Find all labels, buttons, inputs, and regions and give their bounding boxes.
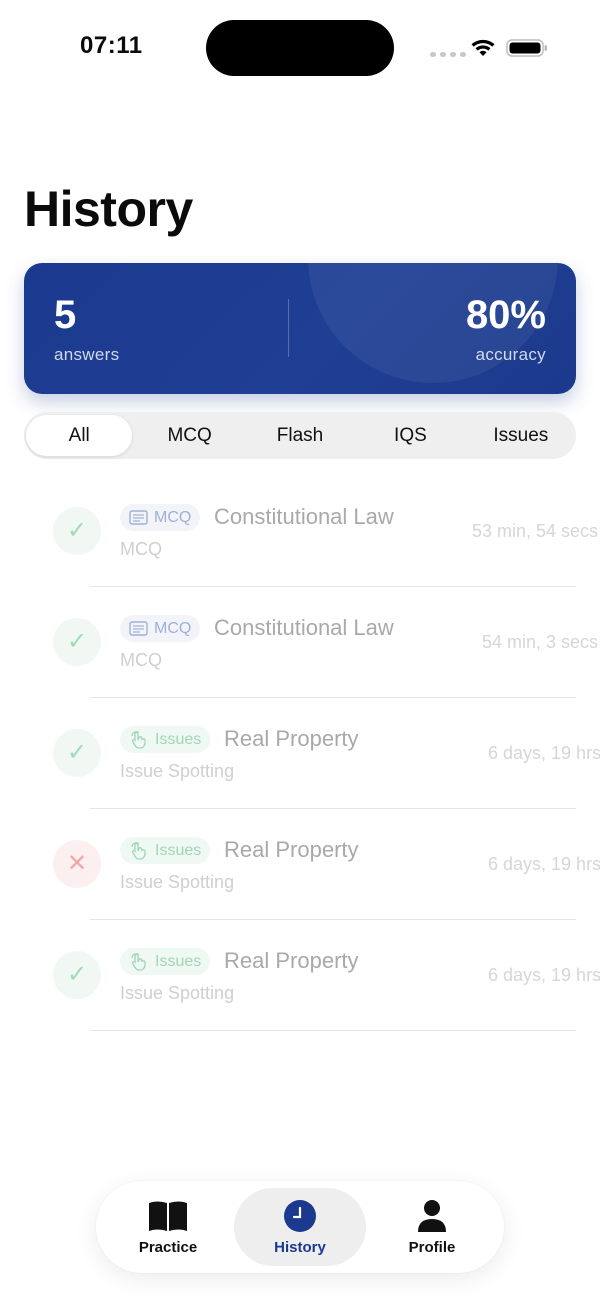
nav-practice[interactable]: Practice <box>102 1188 234 1266</box>
cross-icon: ✕ <box>66 850 88 877</box>
item-subtitle: Issue Spotting <box>120 872 235 892</box>
clock-icon <box>284 1199 316 1232</box>
accuracy-label: accuracy <box>475 345 546 364</box>
bottom-nav: Practice History Profile <box>96 1181 504 1273</box>
tab-mcq[interactable]: MCQ <box>136 415 242 456</box>
chip-label: MCQ <box>154 508 192 526</box>
nav-profile-label: Profile <box>408 1238 456 1256</box>
cellular-signal-icon <box>430 52 466 57</box>
page-title: History <box>24 181 193 237</box>
tab-flash[interactable]: Flash <box>247 415 353 456</box>
list-item[interactable]: ✓ Issues Real Property Issue Spotting 6 … <box>0 698 600 809</box>
wifi-icon <box>471 39 495 56</box>
item-time: 6 days, 19 hrs <box>488 854 600 874</box>
chip-label: Issues <box>155 952 202 970</box>
checkmark-icon: ✓ <box>66 739 88 766</box>
nav-history[interactable]: History <box>234 1188 366 1266</box>
checkmark-icon: ✓ <box>66 961 88 988</box>
correct-status: ✓ <box>53 507 101 555</box>
tab-all[interactable]: All <box>26 415 133 456</box>
list-icon <box>129 510 148 525</box>
stats-card: 5 answers 80% accuracy <box>24 263 576 394</box>
answers-label: answers <box>54 345 120 364</box>
type-chip: Issues <box>120 726 211 753</box>
book-icon <box>149 1201 187 1231</box>
tap-icon <box>131 952 146 971</box>
item-time: 6 days, 19 hrs <box>488 743 600 763</box>
correct-status: ✓ <box>53 618 101 666</box>
checkmark-icon: ✓ <box>66 517 88 544</box>
answers-count: 5 <box>54 293 77 337</box>
item-subtitle: MCQ <box>120 539 162 559</box>
item-title: Real Property <box>224 948 359 973</box>
chip-label: Issues <box>155 730 202 748</box>
type-chip: MCQ <box>120 504 201 531</box>
chip-label: MCQ <box>154 619 192 637</box>
nav-profile[interactable]: Profile <box>366 1188 498 1266</box>
tab-iqs[interactable]: IQS <box>357 415 463 456</box>
accuracy-stat: 80% accuracy <box>466 293 546 365</box>
battery-icon <box>506 39 547 57</box>
item-title: Constitutional Law <box>214 615 394 640</box>
correct-status: ✓ <box>53 951 101 999</box>
item-time: 54 min, 3 secs <box>482 632 599 652</box>
history-list: ✓ MCQ Constitutional Law MCQ 53 min, 54 … <box>0 476 600 1031</box>
history-screen: 07:11 History 5 answers 80% accuracy All… <box>0 0 600 1304</box>
checkmark-icon: ✓ <box>66 628 88 655</box>
row-divider <box>90 1030 576 1031</box>
correct-status: ✓ <box>53 729 101 777</box>
tab-issues[interactable]: Issues <box>468 415 574 456</box>
item-title: Constitutional Law <box>214 504 394 529</box>
answers-stat: 5 answers <box>54 293 119 365</box>
list-item[interactable]: ✓ MCQ Constitutional Law MCQ 54 min, 3 s… <box>0 587 600 698</box>
item-subtitle: MCQ <box>120 650 162 670</box>
nav-practice-label: Practice <box>138 1238 198 1256</box>
type-chip: Issues <box>120 837 211 864</box>
tap-icon <box>131 841 146 860</box>
nav-history-label: History <box>274 1238 326 1256</box>
item-time: 53 min, 54 secs <box>472 521 599 541</box>
accuracy-value: 80% <box>465 293 546 337</box>
person-icon <box>418 1199 446 1232</box>
chip-label: Issues <box>155 841 202 859</box>
incorrect-status: ✕ <box>53 840 101 888</box>
status-time: 07:11 <box>80 32 143 59</box>
item-subtitle: Issue Spotting <box>120 761 235 781</box>
list-item[interactable]: ✓ Issues Real Property Issue Spotting 6 … <box>0 920 600 1031</box>
stats-divider <box>288 299 289 357</box>
item-subtitle: Issue Spotting <box>120 983 235 1003</box>
list-item[interactable]: ✕ Issues Real Property Issue Spotting 6 … <box>0 809 600 920</box>
list-icon <box>129 621 148 636</box>
item-title: Real Property <box>224 837 359 862</box>
filter-tabs: All MCQ Flash IQS Issues <box>24 412 576 459</box>
type-chip: Issues <box>120 948 211 975</box>
dynamic-island <box>206 20 394 76</box>
type-chip: MCQ <box>120 615 201 642</box>
list-item[interactable]: ✓ MCQ Constitutional Law MCQ 53 min, 54 … <box>0 476 600 587</box>
tap-icon <box>131 730 146 749</box>
item-time: 6 days, 19 hrs <box>488 965 600 985</box>
item-title: Real Property <box>224 726 359 751</box>
